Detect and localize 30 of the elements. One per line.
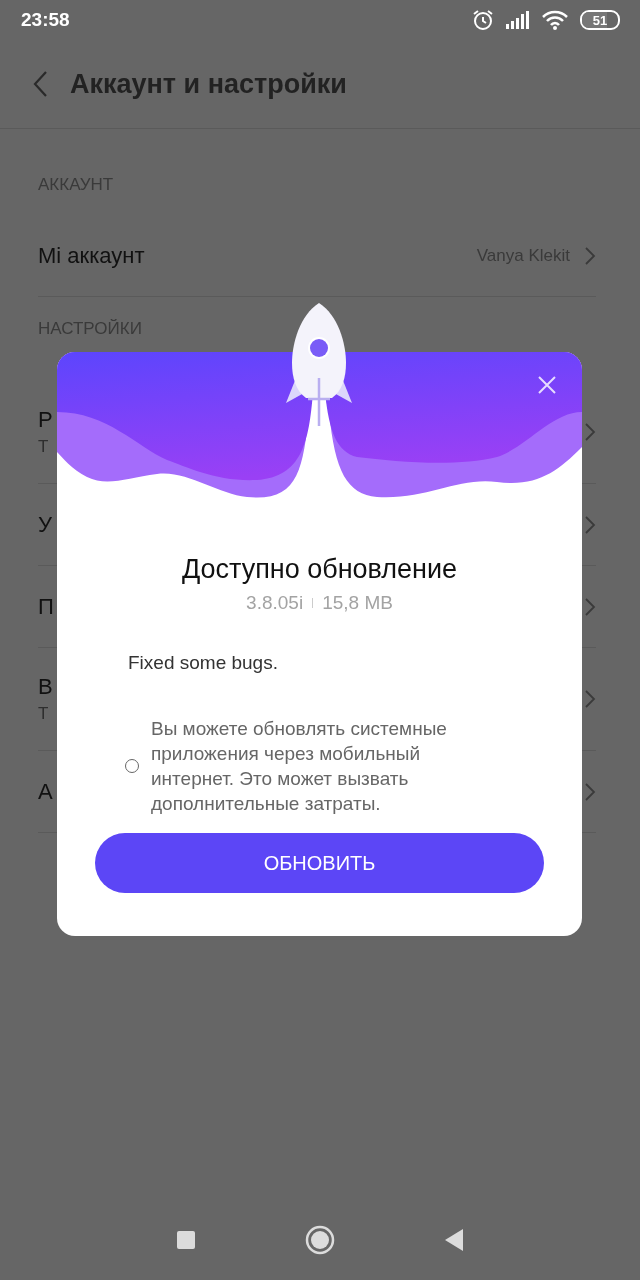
row-label: У [38,511,52,538]
close-button[interactable] [536,374,558,396]
back-icon[interactable] [32,70,48,98]
row-label: В [38,674,53,700]
version-text: 3.8.05i [246,592,304,614]
update-button[interactable]: ОБНОВИТЬ [95,833,544,893]
option-text: Вы можете обновлять системные приложения через мобильный интернет. Это может вызвать дополнительные затраты. [151,717,448,816]
chevron-icon [584,781,596,802]
chevron-icon [584,689,596,709]
chevron-icon [584,514,596,535]
battery-icon: 51 [580,10,620,30]
chevron-icon [584,422,596,442]
row-subtitle: Т [38,704,49,724]
status-time: 23:58 [21,9,70,31]
back-button[interactable] [445,1229,463,1251]
page-title: Аккаунт и настройки [70,68,347,100]
row-label: Mi аккаунт [38,242,145,269]
wifi-icon [542,10,568,30]
chevron-icon [584,245,596,266]
size-text: 15,8 MB [322,592,393,614]
dialog-title: Доступно обновление [181,554,458,585]
chevron-icon [584,596,596,617]
row-label: А [38,778,53,805]
signal-icon [506,11,530,29]
row-label: П [38,593,54,620]
alarm-icon [472,9,494,31]
row-label: Р [38,407,53,433]
home-button[interactable] [305,1225,335,1255]
row-subtitle: Т [38,437,49,457]
release-notes: Fixed some bugs. [127,652,279,674]
